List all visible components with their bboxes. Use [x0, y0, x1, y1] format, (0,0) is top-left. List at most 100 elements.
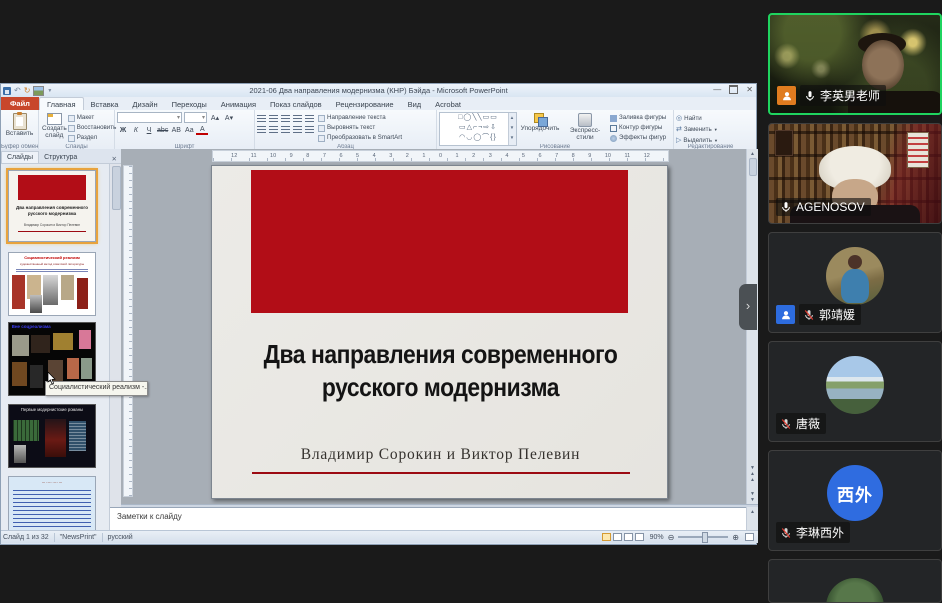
shapes-gallery[interactable]: □◯╲╲▭▭ ▭△⌐¬⇨⇩ ◠◡◯⌒{} ▲▼▼	[439, 112, 517, 146]
slide-title[interactable]: Два направления современного русского мо…	[248, 338, 633, 403]
paste-button[interactable]: Вставить	[3, 112, 36, 138]
zoom-out-icon[interactable]: ⊖	[668, 533, 675, 542]
shrink-font-button[interactable]: А▾	[223, 114, 235, 122]
fit-to-window-button[interactable]	[745, 533, 754, 541]
tab-transitions[interactable]: Переходы	[165, 98, 214, 110]
strikethrough-button[interactable]: abc	[156, 127, 169, 134]
scrollbar-thumb[interactable]	[112, 166, 121, 210]
notes-scrollbar[interactable]: ▲	[746, 507, 758, 530]
tab-outline-panel[interactable]: Структура	[39, 152, 82, 163]
grow-font-button[interactable]: А▴	[209, 114, 221, 122]
slide-thumbnail-1[interactable]: Два направления современного русского мо…	[8, 170, 96, 242]
increase-indent-icon[interactable]	[293, 115, 302, 122]
find-button[interactable]: ◎Найти	[676, 114, 745, 123]
zoom-slider[interactable]	[678, 536, 728, 538]
shape-outline-button[interactable]: Контур фигуры	[610, 124, 666, 132]
notes-pane[interactable]: Заметки к слайду	[110, 507, 746, 530]
slide-thumbnail-4[interactable]: Первые модернистские романы	[8, 404, 96, 468]
align-center-icon[interactable]	[269, 126, 278, 133]
tab-slideshow[interactable]: Показ слайдов	[263, 98, 329, 110]
close-panel-icon[interactable]: ✕	[108, 155, 121, 163]
participant-tile-4[interactable]: 唐薇	[768, 341, 942, 442]
edit-scrollbar-thumb[interactable]	[749, 158, 757, 176]
replace-button[interactable]: ⇄Заменить ▼	[676, 125, 745, 134]
minimize-button[interactable]: —	[713, 85, 721, 94]
font-color-button[interactable]: А	[196, 126, 208, 135]
smartart-button[interactable]: Преобразовать в SmartArt	[318, 134, 402, 142]
align-right-icon[interactable]	[281, 126, 290, 133]
line-spacing-icon[interactable]	[305, 115, 314, 122]
shape-fill-button[interactable]: Заливка фигуры	[610, 114, 666, 122]
participant-tile-1[interactable]: 李英男老师	[768, 13, 942, 115]
slide-red-rectangle[interactable]	[251, 170, 628, 313]
text-direction-button[interactable]: Направление текста	[318, 114, 402, 122]
participant-tile-5[interactable]: 西外 李琳西外	[768, 450, 942, 551]
tab-file[interactable]: Файл	[1, 97, 39, 110]
font-size-combo[interactable]: ▾	[184, 112, 207, 123]
bullets-icon[interactable]	[257, 115, 266, 122]
language-indicator[interactable]: русский	[108, 534, 133, 541]
new-slide-button[interactable]: Создать слайд	[41, 112, 68, 142]
reading-view-button[interactable]	[624, 533, 633, 541]
title-bar[interactable]: 2021-06 Два направления модернизма (КНР)…	[1, 84, 756, 97]
section-button[interactable]: Раздел	[68, 134, 117, 142]
tab-acrobat[interactable]: Acrobat	[428, 98, 468, 110]
next-slide-icon[interactable]: ▼▼	[747, 491, 758, 503]
zoom-slider-thumb[interactable]	[702, 532, 708, 543]
change-case-button[interactable]: Аа	[183, 127, 195, 134]
tab-home[interactable]: Главная	[39, 97, 84, 110]
tab-design[interactable]: Дизайн	[125, 98, 164, 110]
tab-slides-panel[interactable]: Слайды	[1, 151, 39, 163]
normal-view-button[interactable]	[602, 533, 611, 541]
smartart-icon	[318, 135, 325, 142]
slide-sorter-view-button[interactable]	[613, 533, 622, 541]
italic-button[interactable]: К	[130, 127, 142, 134]
bold-button[interactable]: Ж	[117, 127, 129, 134]
justify-icon[interactable]	[293, 126, 302, 133]
redo-icon[interactable]: ↻	[24, 86, 31, 95]
slide-subtitle[interactable]: Владимир Сорокин и Виктор Пелевин	[222, 446, 659, 464]
slideshow-view-button[interactable]	[635, 533, 644, 541]
reset-button[interactable]: Восстановить	[68, 124, 117, 132]
undo-icon[interactable]: ↶	[14, 86, 21, 95]
shape-effects-button[interactable]: Эффекты фигур	[610, 134, 666, 142]
previous-slide-icon[interactable]: ▲▲	[747, 471, 758, 483]
participant-tile-2[interactable]: AGENOSOV	[768, 123, 942, 224]
video-panel-toggle[interactable]: ›	[739, 284, 757, 330]
shapes-gallery-scroll[interactable]: ▲▼▼	[508, 113, 516, 145]
zoom-level[interactable]: 90%	[650, 534, 664, 541]
underline-button[interactable]: Ч	[143, 127, 155, 134]
close-button[interactable]: ✕	[746, 85, 753, 94]
thumb3-image-painting	[53, 333, 74, 350]
image-icon[interactable]	[33, 86, 44, 96]
participant-tile-3[interactable]: 郭靖媛	[768, 232, 942, 333]
participant-name: 唐薇	[796, 415, 820, 432]
arrange-button[interactable]: Упорядочить	[520, 112, 560, 142]
numbering-icon[interactable]	[269, 115, 278, 122]
save-icon[interactable]	[3, 87, 11, 95]
align-text-button[interactable]: Выровнять текст	[318, 124, 402, 132]
scroll-up-icon[interactable]: ▲	[747, 151, 758, 157]
slides-panel-scrollbar[interactable]: ▼	[109, 164, 121, 530]
tab-insert[interactable]: Вставка	[84, 98, 126, 110]
quick-access-toolbar: ↶ ↻ ▼	[3, 85, 52, 96]
layout-button[interactable]: Макет	[68, 114, 117, 122]
tab-view[interactable]: Вид	[401, 98, 429, 110]
tab-review[interactable]: Рецензирование	[329, 98, 401, 110]
slide-thumbnail-5[interactable]: — · — · — · —	[8, 476, 96, 530]
paragraph-group: Направление текста Выровнять текст Преоб…	[255, 110, 437, 151]
participant-tile-6[interactable]	[768, 559, 942, 603]
font-name-combo[interactable]: ▾	[117, 112, 182, 123]
align-left-icon[interactable]	[257, 126, 266, 133]
zoom-in-icon[interactable]: ⊕	[732, 533, 739, 542]
quick-styles-button[interactable]: Экспресс-стили	[563, 112, 607, 142]
columns-icon[interactable]	[305, 126, 314, 133]
qat-dropdown-icon[interactable]: ▼	[47, 88, 52, 94]
decrease-indent-icon[interactable]	[281, 115, 290, 122]
slide-thumbnail-2[interactable]: Социалистический реализм художественный …	[8, 252, 96, 316]
slide-canvas[interactable]: Два направления современного русского мо…	[211, 165, 668, 499]
restore-button[interactable]	[729, 85, 738, 94]
participant2-wall-picture	[775, 130, 793, 156]
tab-animations[interactable]: Анимация	[214, 98, 263, 110]
char-spacing-button[interactable]: АВ	[170, 127, 182, 134]
